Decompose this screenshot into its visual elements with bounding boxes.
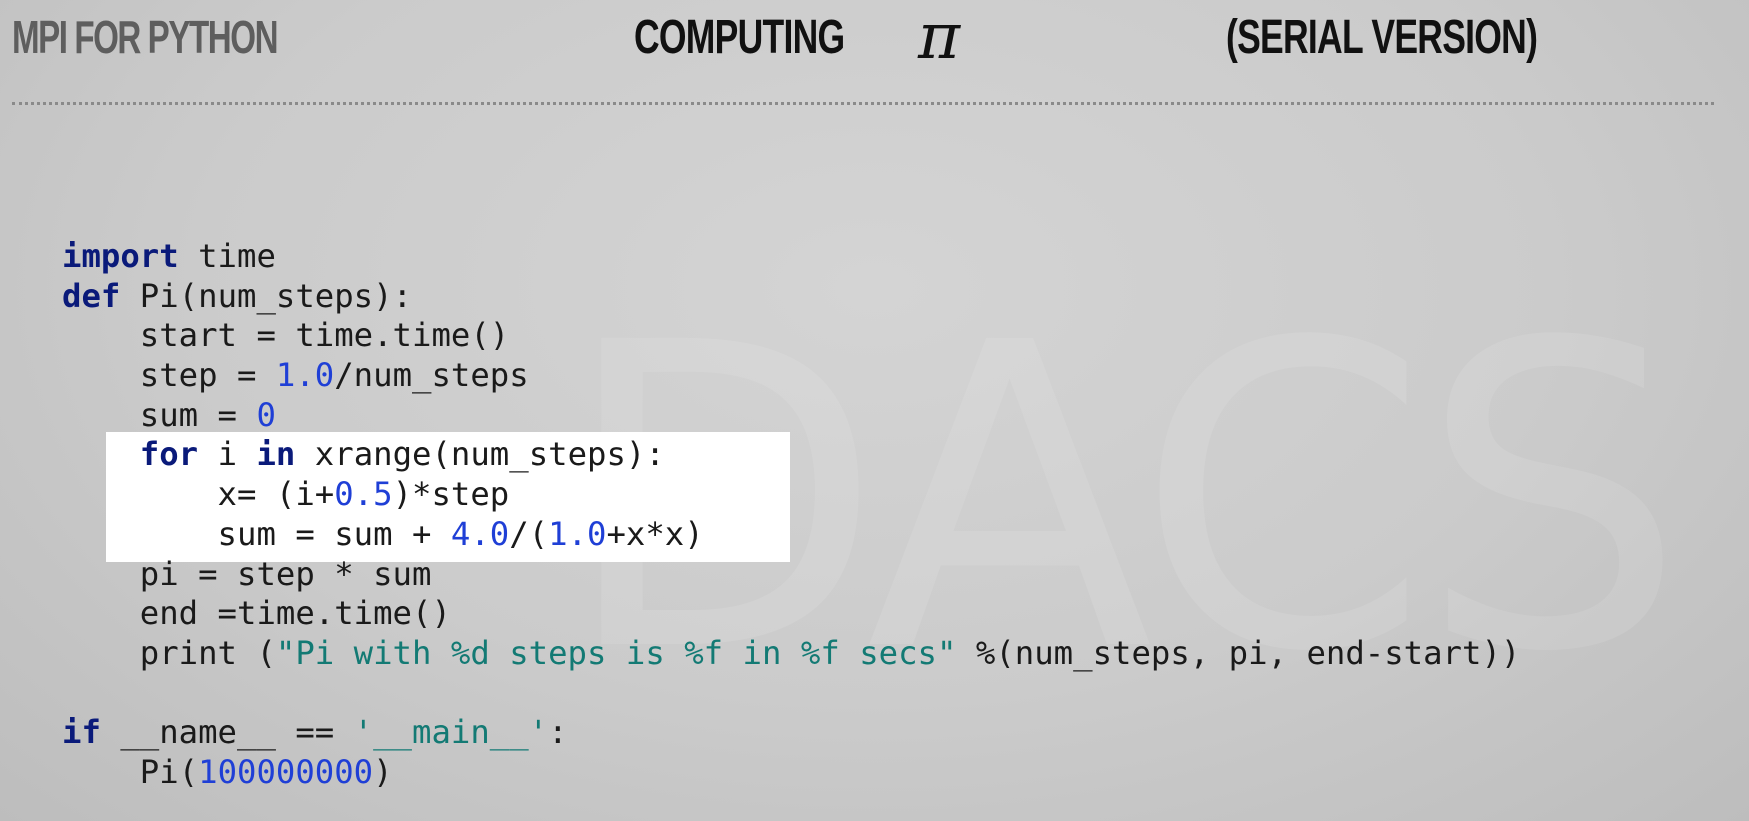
code-token: 0.5 [334,475,393,514]
code-token: time [178,237,276,275]
pi-symbol: π [918,0,961,74]
code-token: in [256,435,296,474]
course-title: MPI FOR PYTHON [12,11,278,63]
code-token: i [198,435,257,474]
code-token: Pi( [62,752,199,791]
code-token: __name__ == [100,713,354,752]
slide-subtitle: (SERIAL VERSION) [1226,11,1538,64]
code-token: 100000000 [198,752,374,791]
code-token: def [62,276,121,315]
code-token: : [548,713,568,752]
code-token: if [62,713,101,752]
code-token: /( [509,514,549,553]
code-token: "Pi with %d steps is %f in %f secs" [275,633,957,672]
code-line: pi = step * sum [62,555,1520,595]
code-token: print ( [62,633,276,672]
code-token: ) [373,752,393,791]
code-token: /num_steps [334,356,529,395]
code-token: 0 [256,395,276,434]
code-line: x= (i+0.5)*step [62,475,1520,515]
code-line: sum = sum + 4.0/(1.0+x*x) [62,515,1520,555]
code-token: import [62,237,179,275]
code-block: import time def Pi(num_steps): start = ti… [62,237,1520,793]
code-token: xrange(num_steps): [295,435,665,474]
code-token: '__main__' [353,713,549,752]
code-token: end =time.time() [62,594,451,633]
code-token: for [139,435,199,474]
header-divider [12,102,1714,105]
code-line: print ("Pi with %d steps is %f in %f sec… [62,633,1521,674]
slide-header: MPI FOR PYTHON COMPUTING π (SERIAL VERSI… [0,0,1749,90]
code-token: x= (i+ [62,475,335,514]
code-line: for i in xrange(num_steps): [62,435,1520,475]
code-token: step = [62,356,276,395]
slide-title: COMPUTING [634,11,845,64]
code-token: sum = [62,395,257,434]
code-line: import time [62,237,1520,277]
code-line: sum = 0 [62,396,1520,436]
code-token: %(num_steps, pi, end-start)) [956,633,1521,672]
code-line: def Pi(num_steps): [62,277,1520,317]
code-token: start = time.time() [62,316,510,355]
code-token: Pi(num_steps): [120,276,413,315]
code-line: Pi(100000000) [62,753,1520,793]
code-token: sum = sum + [62,514,451,553]
code-token: 1.0 [548,514,607,553]
code-token: 1.0 [275,356,335,395]
code-token: )*step [392,475,510,514]
code-token: pi = step * sum [62,554,432,593]
code-token: 4.0 [450,514,510,553]
code-line: start = time.time() [62,316,1520,356]
code-token: +x*x) [606,514,704,553]
code-line: if __name__ == '__main__': [62,713,1520,753]
code-line: step = 1.0/num_steps [62,356,1520,396]
code-line: end =time.time() [62,594,1520,634]
